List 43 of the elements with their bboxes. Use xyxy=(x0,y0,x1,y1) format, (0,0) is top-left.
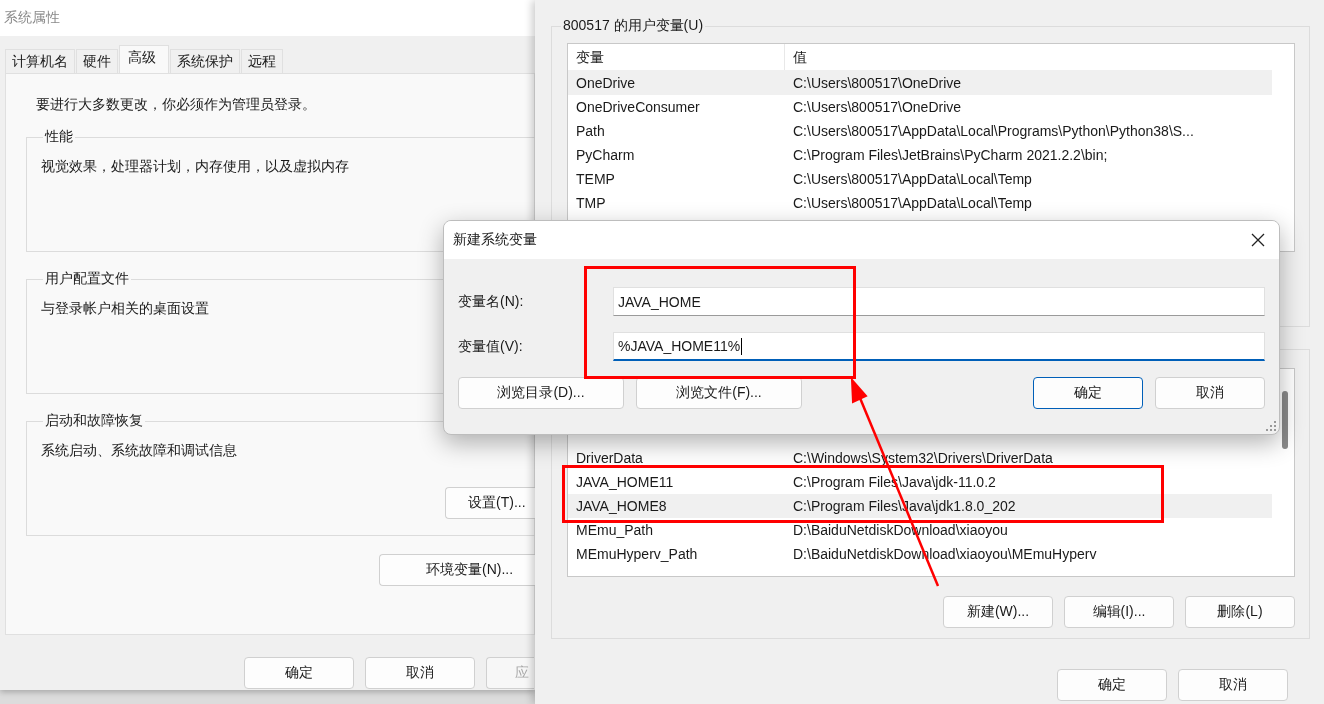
dialog-button[interactable]: 取消 xyxy=(1155,377,1265,409)
browse-button[interactable]: 浏览文件(F)... xyxy=(636,377,802,409)
group-description: 视觉效果，处理器计划，内存使用，以及虚拟内存 xyxy=(41,158,349,176)
dialog-button[interactable]: 确定 xyxy=(1033,377,1143,409)
group-description: 与登录帐户相关的桌面设置 xyxy=(41,300,209,318)
list-action-button[interactable]: 删除(L) xyxy=(1185,596,1295,628)
field-label: 变量值(V): xyxy=(458,337,524,356)
group-description: 系统启动、系统故障和调试信息 xyxy=(41,442,237,460)
settings-button[interactable]: 设置(T)... xyxy=(445,487,535,519)
group-title: 用户配置文件 xyxy=(44,270,130,288)
group-title: 800517 的用户变量(U) xyxy=(562,17,705,35)
input-field[interactable]: JAVA_HOME xyxy=(613,287,1265,316)
column-header[interactable]: 变量 xyxy=(568,44,785,70)
list-row[interactable]: Path C:\Users\800517\AppData\Local\Programs\Python\Python38\S... xyxy=(568,119,1272,143)
window-title: 系统属性 xyxy=(4,9,60,27)
input-field[interactable]: %JAVA_HOME11% xyxy=(613,332,1265,361)
tab[interactable]: 计算机名 xyxy=(5,49,75,73)
close-icon[interactable] xyxy=(1251,233,1265,247)
group-title: 启动和故障恢复 xyxy=(44,412,144,430)
resize-grip-icon[interactable] xyxy=(1266,421,1276,431)
environment-variables-button[interactable]: 环境变量(N)... xyxy=(379,554,535,586)
tab[interactable]: 系统保护 xyxy=(170,49,240,73)
tab[interactable]: 高级 xyxy=(119,45,169,73)
dialog-button[interactable]: 取消 xyxy=(1178,669,1288,701)
notice-text: 要进行大多数更改，你必须作为管理员登录。 xyxy=(36,96,317,114)
tab[interactable]: 远程 xyxy=(241,49,283,73)
dialog-button[interactable]: 确定 xyxy=(244,657,354,689)
list-row[interactable]: TMP C:\Users\800517\AppData\Local\Temp xyxy=(568,191,1272,215)
browse-button[interactable]: 浏览目录(D)... xyxy=(458,377,624,409)
list-action-button[interactable]: 新建(W)... xyxy=(943,596,1053,628)
list-row[interactable]: PyCharm C:\Program Files\JetBrains\PyCharm 2021.2.2\bin; xyxy=(568,143,1272,167)
list-row[interactable]: OneDrive C:\Users\800517\OneDrive xyxy=(568,71,1272,95)
list-row[interactable]: OneDriveConsumer C:\Users\800517\OneDrive xyxy=(568,95,1272,119)
list-action-button[interactable]: 编辑(I)... xyxy=(1064,596,1174,628)
dialog-title: 新建系统变量 xyxy=(453,231,537,249)
group-title: 性能 xyxy=(43,128,74,146)
text-cursor xyxy=(741,337,743,355)
column-header[interactable]: 值 xyxy=(785,44,807,70)
dialog-button[interactable]: 确定 xyxy=(1057,669,1167,701)
list-row[interactable]: TEMP C:\Users\800517\AppData\Local\Temp xyxy=(568,167,1272,191)
tab[interactable]: 硬件 xyxy=(76,49,118,73)
field-label: 变量名(N): xyxy=(458,292,525,311)
dialog-button[interactable]: 取消 xyxy=(365,657,475,689)
